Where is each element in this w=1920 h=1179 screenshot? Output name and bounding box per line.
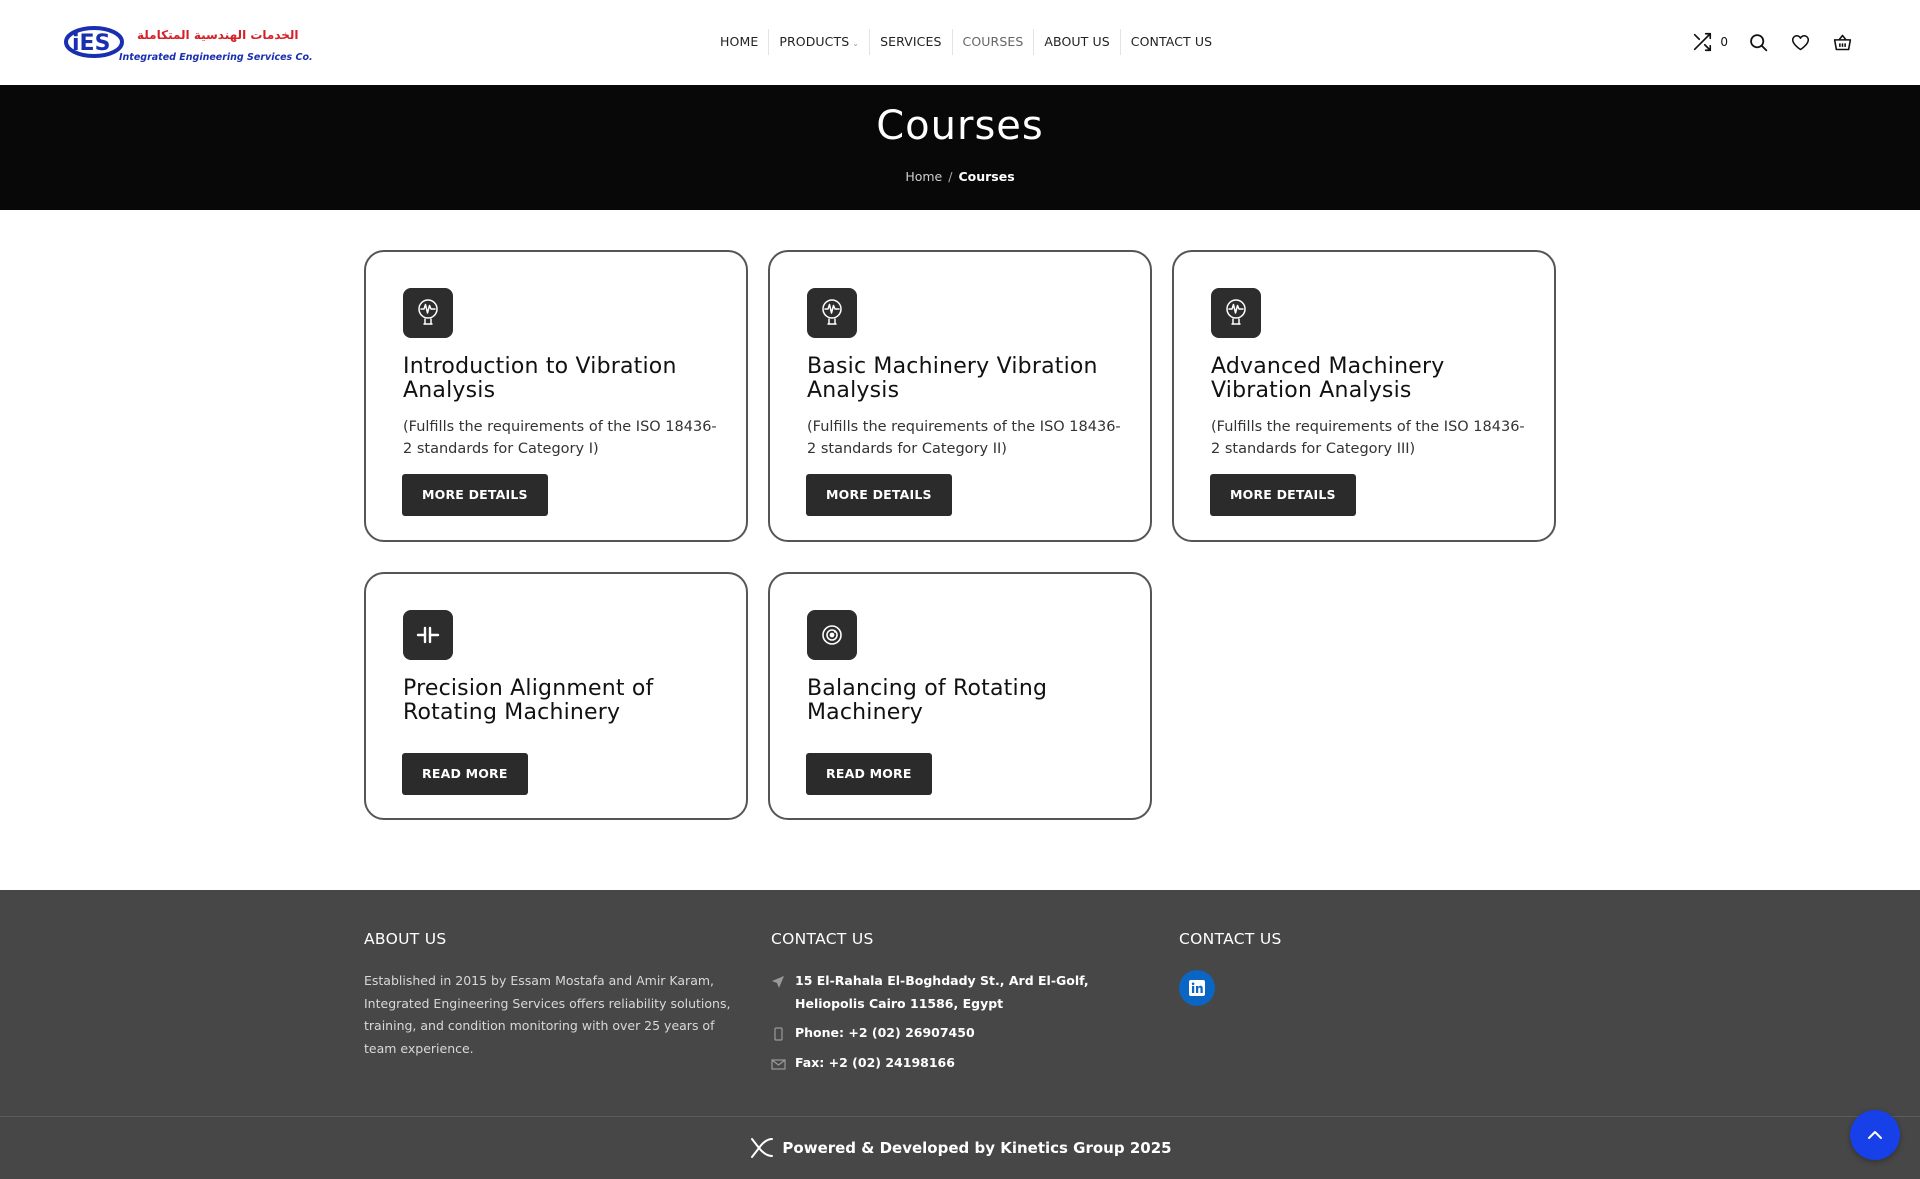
chevron-up-icon <box>1868 1131 1882 1139</box>
more-details-button[interactable]: MORE DETAILS <box>402 474 548 516</box>
course-card: Precision Alignment of Rotating Machiner… <box>364 572 748 820</box>
page-hero: Courses Home / Courses <box>0 85 1920 210</box>
site-footer: ABOUT US Established in 2015 by Essam Mo… <box>0 890 1920 1179</box>
nav-contact-us[interactable]: CONTACT US <box>1119 29 1222 55</box>
course-title: Advanced Machinery Vibration Analysis <box>1211 354 1445 403</box>
site-header: iES الخدمات الهندسية المتكاملة Integrate… <box>0 0 1920 85</box>
contact-phone[interactable]: Phone: +2 (02) 26907450 <box>795 1022 975 1045</box>
linkedin-button[interactable] <box>1179 970 1215 1006</box>
footer-divider <box>0 1116 1920 1117</box>
footer-about-text: Established in 2015 by Essam Mostafa and… <box>364 973 731 1056</box>
breadcrumb-current: Courses <box>958 169 1015 184</box>
nav-courses-label: COURSES <box>962 34 1024 49</box>
main-nav: HOME PRODUCTS ⌄ SERVICES COURSES ABOUT US… <box>710 29 1222 55</box>
nav-products[interactable]: PRODUCTS ⌄ <box>768 29 869 55</box>
site-logo[interactable]: iES الخدمات الهندسية المتكاملة Integrate… <box>64 18 313 68</box>
course-description: (Fulfills the requirements of the ISO 18… <box>807 419 1121 457</box>
compare-count: 0 <box>1720 35 1728 49</box>
vibration-bulb-icon <box>1211 288 1261 338</box>
course-card: Basic Machinery Vibration Analysis (Fulf… <box>768 250 1152 542</box>
page-title: Courses <box>876 103 1044 149</box>
more-details-button[interactable]: MORE DETAILS <box>806 474 952 516</box>
nav-services-label: SERVICES <box>880 34 942 49</box>
ies-logo-mark-icon: iES <box>64 26 124 58</box>
compare-button[interactable]: 0 <box>1690 30 1728 54</box>
course-title: Precision Alignment of Rotating Machiner… <box>403 676 654 725</box>
course-card: Introduction to Vibration Analysis (Fulf… <box>364 250 748 542</box>
footer-contact-heading: CONTACT US <box>771 930 874 948</box>
footer-social-heading: CONTACT US <box>1179 930 1282 948</box>
chevron-down-icon: ⌄ <box>852 39 860 48</box>
balancing-disc-icon <box>807 610 857 660</box>
breadcrumb-separator: / <box>948 169 953 184</box>
contact-phone-row: Phone: +2 (02) 26907450 <box>771 1022 1151 1045</box>
location-arrow-icon <box>771 970 795 993</box>
header-actions: 0 <box>1690 30 1854 54</box>
search-icon[interactable] <box>1746 30 1770 54</box>
scroll-to-top-button[interactable] <box>1850 1110 1900 1160</box>
contact-fax: Fax: +2 (02) 24198166 <box>795 1055 955 1070</box>
nav-services[interactable]: SERVICES <box>869 29 951 55</box>
nav-products-label: PRODUCTS <box>779 34 850 49</box>
course-card: Balancing of Rotating Machinery READ MOR… <box>768 572 1152 820</box>
nav-home-label: HOME <box>720 34 759 49</box>
course-title: Balancing of Rotating Machinery <box>807 676 1048 725</box>
breadcrumb-home[interactable]: Home <box>905 169 942 184</box>
breadcrumb: Home / Courses <box>0 169 1920 184</box>
linkedin-icon <box>1189 980 1205 996</box>
read-more-button[interactable]: READ MORE <box>806 753 932 795</box>
course-title: Basic Machinery Vibration Analysis <box>807 354 1098 403</box>
contact-fax-row: Fax: +2 (02) 24198166 <box>771 1052 1151 1075</box>
nav-contact-us-label: CONTACT US <box>1130 34 1213 49</box>
mobile-phone-icon <box>771 1022 795 1045</box>
footer-contact: CONTACT US 15 El-Rahala El-Boghdady St.,… <box>771 930 1151 1082</box>
vibration-bulb-icon <box>807 288 857 338</box>
vibration-bulb-icon <box>403 288 453 338</box>
contact-address: 15 El-Rahala El-Boghdady St., Ard El-Gol… <box>795 973 1089 1011</box>
course-description: (Fulfills the requirements of the ISO 18… <box>403 419 717 457</box>
cart-basket-icon[interactable] <box>1830 30 1854 54</box>
course-title: Introduction to Vibration Analysis <box>403 354 677 403</box>
logo-mark-text: iES <box>72 31 110 56</box>
compare-icon <box>1690 30 1714 54</box>
footer-credits: Powered & Developed by Kinetics Group 20… <box>0 1136 1920 1160</box>
read-more-button[interactable]: READ MORE <box>402 753 528 795</box>
logo-arabic-text: الخدمات الهندسية المتكاملة <box>137 28 299 42</box>
contact-address-row: 15 El-Rahala El-Boghdady St., Ard El-Gol… <box>771 970 1151 1015</box>
nav-about-us[interactable]: ABOUT US <box>1033 29 1119 55</box>
alignment-icon <box>403 610 453 660</box>
envelope-icon <box>771 1052 795 1075</box>
wishlist-heart-icon[interactable] <box>1788 30 1812 54</box>
more-details-button[interactable]: MORE DETAILS <box>1210 474 1356 516</box>
contact-list: 15 El-Rahala El-Boghdady St., Ard El-Gol… <box>771 970 1151 1075</box>
nav-courses[interactable]: COURSES <box>951 29 1034 55</box>
nav-about-us-label: ABOUT US <box>1044 34 1110 49</box>
kinetics-logo-icon <box>751 1138 774 1158</box>
footer-credits-text[interactable]: Powered & Developed by Kinetics Group 20… <box>782 1139 1171 1157</box>
logo-english-text: Integrated Engineering Services Co. <box>119 52 313 63</box>
footer-social: CONTACT US <box>1179 930 1282 1006</box>
nav-home[interactable]: HOME <box>710 29 768 55</box>
footer-about: ABOUT US Established in 2015 by Essam Mo… <box>364 930 734 1060</box>
footer-about-heading: ABOUT US <box>364 930 447 948</box>
course-description: (Fulfills the requirements of the ISO 18… <box>1211 419 1525 457</box>
course-card: Advanced Machinery Vibration Analysis (F… <box>1172 250 1556 542</box>
